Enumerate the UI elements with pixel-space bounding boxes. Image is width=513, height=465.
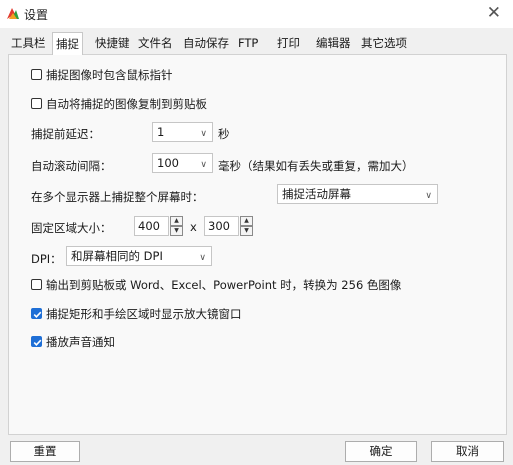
- region-height-value: 300: [208, 219, 230, 233]
- sound-notification-checkbox[interactable]: [31, 336, 42, 347]
- ok-button[interactable]: 确定: [345, 441, 417, 462]
- delay-select[interactable]: 1 ∨: [152, 122, 213, 142]
- window-title: 设置: [24, 8, 49, 22]
- increment-icon[interactable]: ▲: [170, 216, 183, 226]
- region-width-stepper[interactable]: ▲ ▼: [170, 216, 183, 236]
- scroll-interval-value: 100: [157, 156, 179, 170]
- include-cursor-label: 捕捉图像时包含鼠标指针: [46, 68, 173, 82]
- chevron-down-icon: ∨: [425, 191, 432, 201]
- tab-other-options[interactable]: 其它选项: [358, 34, 410, 53]
- copy-to-clipboard-checkbox[interactable]: [31, 98, 42, 109]
- checkmark-icon: [33, 339, 42, 346]
- multi-monitor-label: 在多个显示器上捕捉整个屏幕时：: [31, 190, 204, 204]
- increment-icon[interactable]: ▲: [240, 216, 253, 226]
- checkmark-icon: [33, 311, 42, 318]
- delay-unit: 秒: [218, 127, 230, 141]
- dpi-select[interactable]: 和屏幕相同的 DPI ∨: [66, 246, 212, 266]
- region-height-input[interactable]: 300: [204, 216, 239, 236]
- delay-value: 1: [157, 125, 165, 139]
- tab-ftp[interactable]: FTP: [235, 34, 261, 53]
- magnifier-label: 捕捉矩形和手绘区域时显示放大镜窗口: [46, 307, 242, 321]
- tab-autosave[interactable]: 自动保存: [180, 34, 232, 53]
- reset-button[interactable]: 重置: [10, 441, 80, 462]
- tab-toolbar[interactable]: 工具栏: [8, 34, 49, 53]
- sound-notification-label: 播放声音通知: [46, 335, 115, 349]
- chevron-down-icon: ∨: [200, 160, 207, 170]
- decrement-icon[interactable]: ▼: [240, 226, 253, 236]
- close-icon[interactable]: ✕: [487, 3, 501, 23]
- delay-label: 捕捉前延迟：: [31, 127, 100, 141]
- magnifier-checkbox[interactable]: [31, 308, 42, 319]
- tab-filename[interactable]: 文件名: [135, 34, 176, 53]
- fixed-region-label: 固定区域大小：: [31, 221, 112, 235]
- scroll-interval-unit: 毫秒（结果如有丢失或重复，需加大）: [218, 159, 414, 173]
- region-width-value: 400: [138, 219, 160, 233]
- convert-256-color-label: 输出到剪贴板或 Word、Excel、PowerPoint 时，转换为 256 …: [46, 278, 402, 292]
- scroll-interval-select[interactable]: 100 ∨: [152, 153, 213, 173]
- chevron-down-icon: ∨: [200, 129, 207, 139]
- chevron-down-icon: ∨: [199, 253, 206, 263]
- include-cursor-checkbox[interactable]: [31, 69, 42, 80]
- multi-monitor-select[interactable]: 捕捉活动屏幕 ∨: [277, 184, 438, 204]
- copy-to-clipboard-label: 自动将捕捉的图像复制到剪贴板: [46, 97, 207, 111]
- tab-print[interactable]: 打印: [274, 34, 303, 53]
- region-height-stepper[interactable]: ▲ ▼: [240, 216, 253, 236]
- convert-256-color-checkbox[interactable]: [31, 279, 42, 290]
- cancel-button[interactable]: 取消: [431, 441, 504, 462]
- region-separator: x: [190, 220, 197, 234]
- region-width-input[interactable]: 400: [134, 216, 169, 236]
- dpi-label: DPI：: [31, 252, 62, 266]
- scroll-interval-label: 自动滚动间隔：: [31, 159, 112, 173]
- tab-editor[interactable]: 编辑器: [313, 34, 354, 53]
- decrement-icon[interactable]: ▼: [170, 226, 183, 236]
- tab-hotkeys[interactable]: 快捷键: [92, 34, 133, 53]
- tab-capture[interactable]: 捕捉: [52, 32, 83, 55]
- multi-monitor-value: 捕捉活动屏幕: [282, 187, 351, 201]
- dpi-value: 和屏幕相同的 DPI: [71, 249, 163, 263]
- app-logo-icon: [7, 8, 19, 19]
- title-bar: 设置 ✕: [0, 0, 513, 28]
